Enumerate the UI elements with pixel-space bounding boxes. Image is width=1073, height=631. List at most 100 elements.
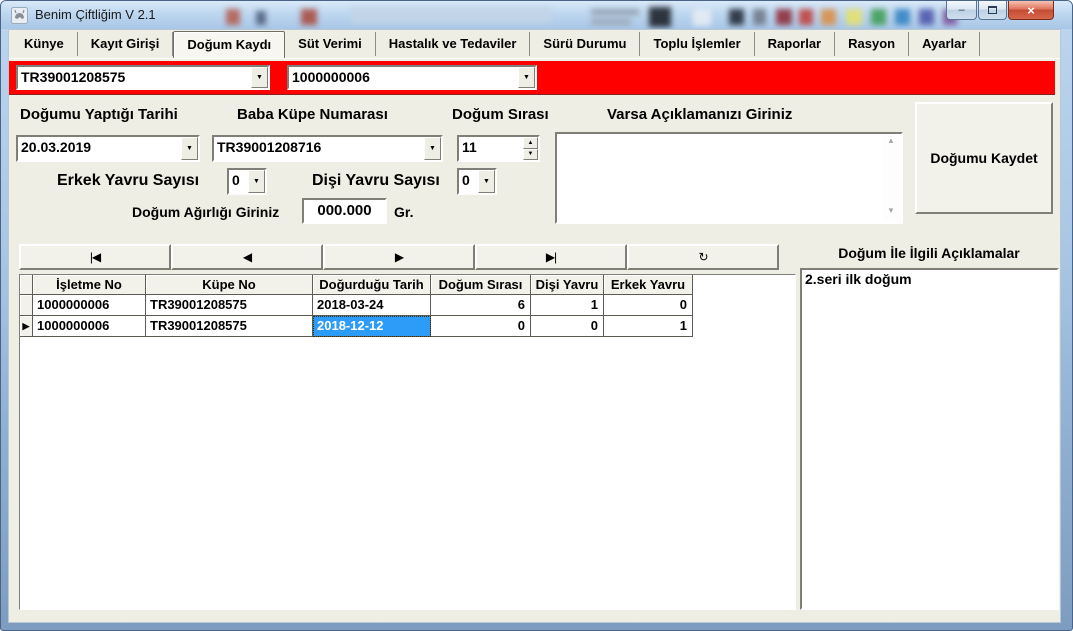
grid-header-row: İşletme No Küpe No Doğurduğu Tarih Doğum… <box>20 275 795 295</box>
refresh-records-button[interactable]: ↻ <box>627 244 779 270</box>
father-tag-label: Baba Küpe Numarası <box>237 106 388 123</box>
tab-dogum-kaydi[interactable]: Doğum Kaydı <box>173 31 285 58</box>
birth-order-label: Doğum Sırası <box>452 106 549 123</box>
artifact <box>729 9 744 25</box>
birth-date-label: Doğumu Yaptığı Tarihi <box>20 106 178 123</box>
save-birth-button[interactable]: Doğumu Kaydet <box>915 102 1053 214</box>
notes-label: Varsa Açıklamanızı Giriniz <box>607 106 792 123</box>
table-row-current[interactable]: ▶ 1000000006 TR39001208575 2018-12-12 0 … <box>20 316 795 337</box>
artifact <box>301 9 317 25</box>
table-row[interactable]: 1000000006 TR39001208575 2018-03-24 6 1 … <box>20 295 795 316</box>
artifact <box>846 9 862 25</box>
notes-scrollbar[interactable]: ▲ ▼ <box>883 136 899 220</box>
titlebar-background-artifacts <box>1 1 1072 29</box>
spin-buttons: ▲ ▼ <box>523 137 538 160</box>
col-kupe-no[interactable]: Küpe No <box>146 275 313 295</box>
record-navigator: |◀ ◀ ▶ ▶| ↻ <box>19 244 779 270</box>
animal-tag-combobox[interactable]: TR39001208575 ▼ <box>16 65 270 90</box>
tab-sut-verimi[interactable]: Süt Verimi <box>285 32 376 56</box>
chevron-down-icon[interactable]: ▼ <box>518 67 535 88</box>
row-selector[interactable] <box>20 295 33 316</box>
prev-record-button[interactable]: ◀ <box>171 244 323 270</box>
artifact <box>649 7 671 27</box>
minimize-button[interactable]: – <box>946 1 977 20</box>
spin-down-icon[interactable]: ▼ <box>523 149 538 161</box>
maximize-icon <box>988 6 997 14</box>
col-dogum-sirasi[interactable]: Doğum Sırası <box>431 275 531 295</box>
cell-kupe-no[interactable]: TR39001208575 <box>146 295 313 316</box>
birth-records-grid: İşletme No Küpe No Doğurduğu Tarih Doğum… <box>19 274 796 610</box>
birth-date-value: 20.03.2019 <box>18 137 181 160</box>
tab-kayit-girisi[interactable]: Kayıt Girişi <box>78 32 174 56</box>
father-tag-value: TR39001208716 <box>214 137 424 160</box>
selected-cell-dogurdugu-tarih[interactable]: 2018-12-12 <box>313 316 431 337</box>
window-title: Benim Çiftliğim V 2.1 <box>35 7 156 22</box>
female-count-value: 0 <box>459 170 478 193</box>
male-count-combobox[interactable]: 0 ▼ <box>227 168 267 195</box>
cell-isletme-no[interactable]: 1000000006 <box>33 316 146 337</box>
tab-raporlar[interactable]: Raporlar <box>755 32 835 56</box>
artifact <box>753 9 766 25</box>
tab-rasyon[interactable]: Rasyon <box>835 32 909 56</box>
first-record-button[interactable]: |◀ <box>19 244 171 270</box>
male-count-value: 0 <box>229 170 248 193</box>
birth-order-value: 11 <box>459 137 523 160</box>
title-bar[interactable]: Benim Çiftliğim V 2.1 – × <box>1 1 1072 29</box>
cell-dogum-sirasi[interactable]: 6 <box>431 295 531 316</box>
notes-textarea[interactable]: ▲ ▼ <box>555 132 903 224</box>
artifact <box>919 9 934 25</box>
artifact <box>821 9 836 25</box>
scroll-down-icon[interactable]: ▼ <box>883 206 899 220</box>
col-dogurdugu-tarih[interactable]: Doğurduğu Tarih <box>313 275 431 295</box>
cell-erkek-yavru[interactable]: 1 <box>604 316 693 337</box>
artifact <box>351 7 551 23</box>
artifact <box>871 9 886 25</box>
tab-bar: Künye Kayıt Girişi Doğum Kaydı Süt Verim… <box>9 30 1060 59</box>
artifact <box>776 9 792 25</box>
chevron-down-icon[interactable]: ▼ <box>248 170 265 193</box>
row-selector-header <box>20 275 33 295</box>
birth-order-spinner[interactable]: 11 ▲ ▼ <box>457 135 540 162</box>
artifact <box>693 9 711 26</box>
scroll-up-icon[interactable]: ▲ <box>883 136 899 150</box>
weight-input[interactable]: 000.000 <box>302 198 387 224</box>
cell-dogum-sirasi[interactable]: 0 <box>431 316 531 337</box>
cell-kupe-no[interactable]: TR39001208575 <box>146 316 313 337</box>
artifact <box>226 9 240 25</box>
tab-hastalik-ve-tedaviler[interactable]: Hastalık ve Tedaviler <box>376 32 531 56</box>
window-controls: – × <box>945 1 1054 20</box>
chevron-down-icon[interactable]: ▼ <box>251 67 268 88</box>
next-record-button[interactable]: ▶ <box>323 244 475 270</box>
col-isletme-no[interactable]: İşletme No <box>33 275 146 295</box>
female-count-label: Dişi Yavru Sayısı <box>312 172 440 190</box>
artifact <box>799 9 813 25</box>
tab-ayarlar[interactable]: Ayarlar <box>909 32 980 56</box>
father-tag-combobox[interactable]: TR39001208716 ▼ <box>212 135 443 162</box>
close-button[interactable]: × <box>1008 1 1054 20</box>
col-erkek-yavru[interactable]: Erkek Yavru <box>604 275 693 295</box>
cell-erkek-yavru[interactable]: 0 <box>604 295 693 316</box>
chevron-down-icon[interactable]: ▼ <box>424 137 441 160</box>
last-record-button[interactable]: ▶| <box>475 244 627 270</box>
farm-no-combobox[interactable]: 1000000006 ▼ <box>287 65 537 90</box>
spin-up-icon[interactable]: ▲ <box>523 137 538 149</box>
weight-label: Doğum Ağırlığı Giriniz <box>132 204 279 220</box>
chevron-down-icon[interactable]: ▼ <box>181 137 198 160</box>
farm-no-value: 1000000006 <box>289 67 518 88</box>
tab-toplu-islemler[interactable]: Toplu İşlemler <box>640 32 754 56</box>
maximize-button[interactable] <box>978 1 1007 20</box>
artifact <box>591 19 631 25</box>
current-row-marker-icon: ▶ <box>20 316 33 337</box>
cell-disi-yavru[interactable]: 1 <box>531 295 604 316</box>
tab-kunye[interactable]: Künye <box>11 32 78 56</box>
birth-date-combobox[interactable]: 20.03.2019 ▼ <box>16 135 200 162</box>
comments-textbox[interactable]: 2.seri ilk doğum <box>800 268 1059 610</box>
cell-dogurdugu-tarih[interactable]: 2018-03-24 <box>313 295 431 316</box>
chevron-down-icon[interactable]: ▼ <box>478 170 495 193</box>
tab-suru-durumu[interactable]: Sürü Durumu <box>530 32 640 56</box>
female-count-combobox[interactable]: 0 ▼ <box>457 168 497 195</box>
cell-disi-yavru[interactable]: 0 <box>531 316 604 337</box>
artifact <box>895 9 910 25</box>
cell-isletme-no[interactable]: 1000000006 <box>33 295 146 316</box>
col-disi-yavru[interactable]: Dişi Yavru <box>531 275 604 295</box>
